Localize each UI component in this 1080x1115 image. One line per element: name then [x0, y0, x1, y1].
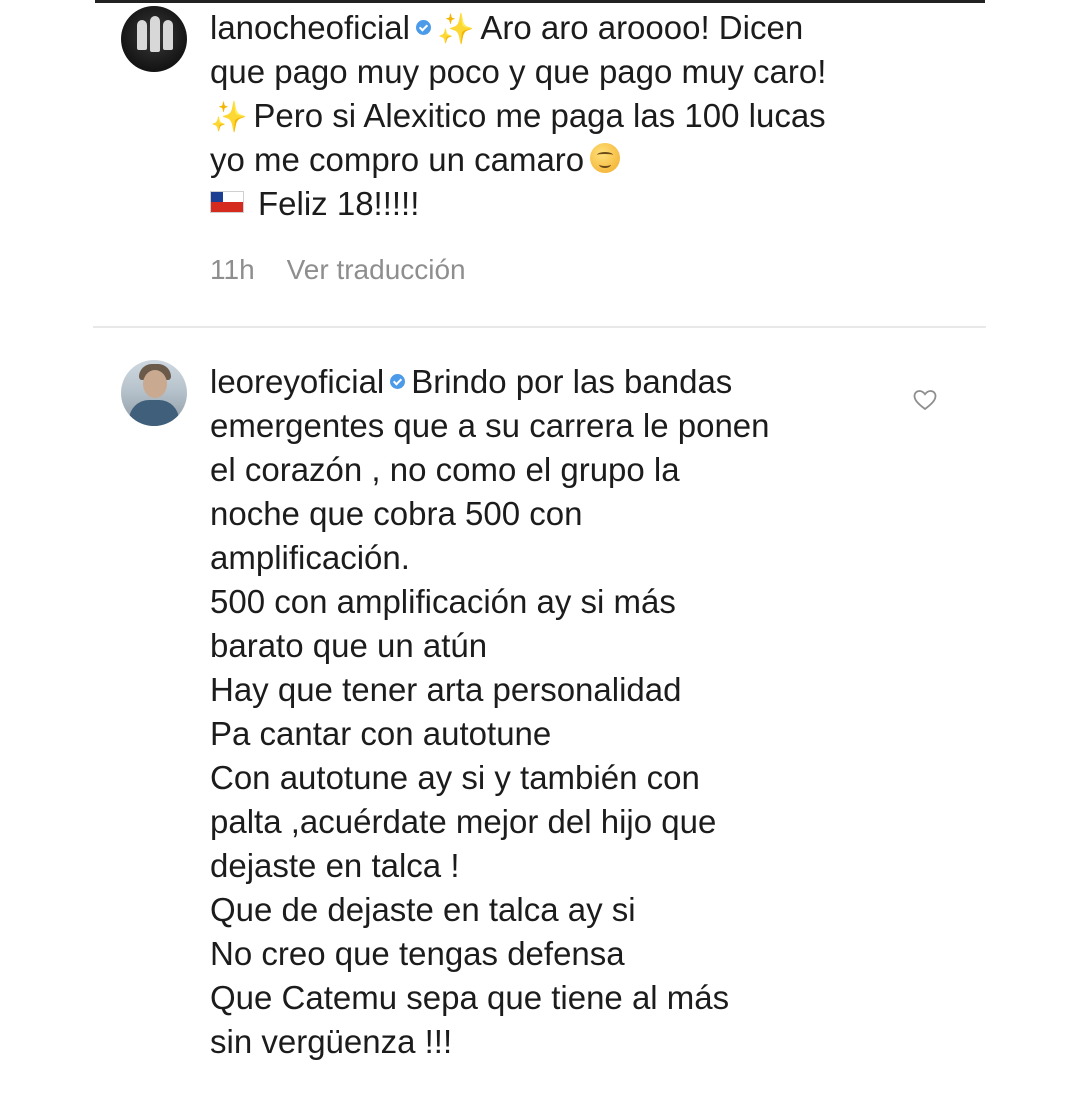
heart-icon[interactable]: [913, 389, 937, 411]
top-border: [95, 0, 985, 3]
face-emoji-icon: [590, 143, 621, 174]
comment-1-text-2: que pago muy poco y que pago muy caro!: [210, 53, 827, 90]
comment-2-line-1: leoreyoficial Brindo por las bandas: [210, 360, 770, 404]
comment-2-username[interactable]: leoreyoficial: [210, 363, 384, 400]
comment-2-text-7: barato que un atún: [210, 627, 488, 664]
comment-1-text-4: yo me compro un camaro: [210, 141, 585, 178]
comment-divider: [93, 326, 986, 328]
comment-1-line-5: Feliz 18!!!!!: [210, 182, 826, 226]
comment-2-text-11: palta ,acuérdate mejor del hijo que: [210, 803, 717, 840]
comment-2-text-12: dejaste en talca !: [210, 847, 460, 884]
comment-1-text-5: Feliz 18!!!!!: [258, 185, 420, 222]
comment-2-text-10: Con autotune ay si y también con: [210, 759, 700, 796]
comment-1-text-1: Aro aro aroooo! Dicen: [480, 9, 804, 46]
comment-1-line-4: yo me compro un camaro: [210, 138, 826, 182]
comment-1-meta: 11h Ver traducción: [210, 254, 466, 286]
comment-2-text-3: el corazón , no como el grupo la: [210, 451, 680, 488]
comment-2-text-1: Brindo por las bandas: [411, 363, 733, 400]
verified-badge-icon: [415, 19, 431, 35]
comment-2-text-16: sin vergüenza !!!: [210, 1023, 453, 1060]
comment-1-line-3: ✨ Pero si Alexitico me paga las 100 lucas: [210, 94, 826, 138]
see-translation-link[interactable]: Ver traducción: [287, 254, 466, 285]
avatar-lanocheoficial[interactable]: [121, 6, 187, 72]
comment-2-text-6: 500 con amplificación ay si más: [210, 583, 676, 620]
comment-2-text-2: emergentes que a su carrera le ponen: [210, 407, 770, 444]
comment-1-time: 11h: [210, 254, 255, 285]
comment-1-text-3: Pero si Alexitico me paga las 100 lucas: [253, 97, 826, 134]
verified-badge-icon: [390, 373, 406, 389]
comment-2-text-5: amplificación.: [210, 539, 410, 576]
comment-1-line-1: lanocheoficial ✨ Aro aro aroooo! Dicen: [210, 6, 826, 50]
avatar-leoreyoficial[interactable]: [121, 360, 187, 426]
chile-flag-icon: [210, 191, 244, 214]
comment-2-text-14: No creo que tengas defensa: [210, 935, 625, 972]
comment-2-text-9: Pa cantar con autotune: [210, 715, 552, 752]
comment-1-body: lanocheoficial ✨ Aro aro aroooo! Dicen que…: [210, 6, 826, 226]
comment-2-text-13: Que de dejaste en talca ay si: [210, 891, 636, 928]
comment-2-text-4: noche que cobra 500 con: [210, 495, 583, 532]
comment-1-username[interactable]: lanocheoficial: [210, 9, 410, 46]
comment-2-body: leoreyoficial Brindo por las bandas emerg…: [210, 360, 770, 1064]
sparkles-icon: ✨: [436, 13, 475, 46]
comment-2-text-8: Hay que tener arta personalidad: [210, 671, 682, 708]
comment-2-text-15: Que Catemu sepa que tiene al más: [210, 979, 730, 1016]
sparkles-icon: ✨: [210, 101, 248, 134]
